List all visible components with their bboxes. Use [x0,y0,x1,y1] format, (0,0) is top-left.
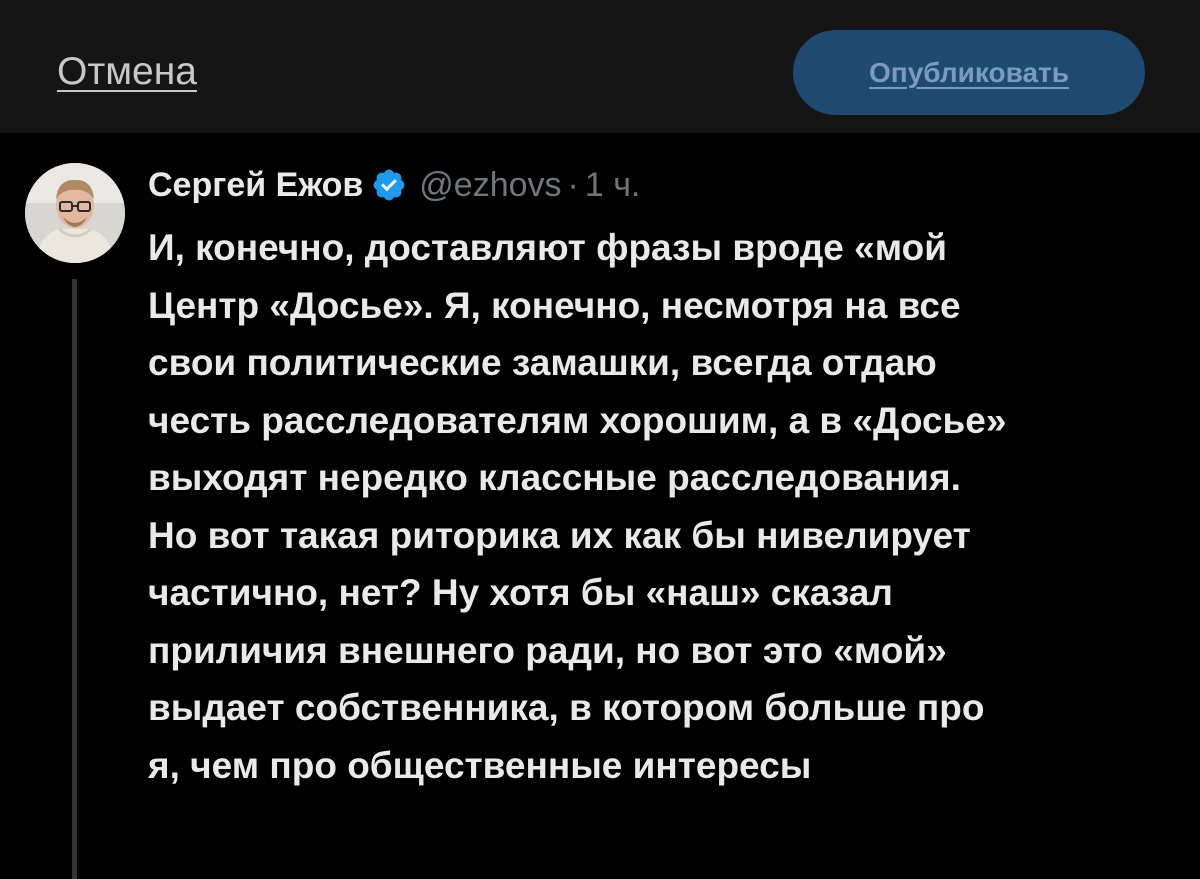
separator-dot: · [567,165,579,204]
avatar[interactable] [25,163,125,263]
quoted-post: Сергей Ежов @ezhovs · 1 ч. И, конечно, д… [0,133,1200,879]
post-time[interactable]: 1 ч. [585,166,641,205]
thread-line [72,279,77,879]
author-handle[interactable]: @ezhovs [419,166,561,205]
publish-button[interactable]: Опубликовать [793,30,1145,115]
cancel-button[interactable]: Отмена [57,50,197,94]
post-text: И, конечно, доставляют фразы вроде «мой … [148,227,1007,786]
verified-badge-icon [371,167,407,203]
avatar-photo [25,163,125,263]
compose-topbar: Отмена Опубликовать [0,0,1200,133]
post-header: Сергей Ежов @ezhovs · 1 ч. [148,163,640,207]
author-name[interactable]: Сергей Ежов [148,166,363,205]
